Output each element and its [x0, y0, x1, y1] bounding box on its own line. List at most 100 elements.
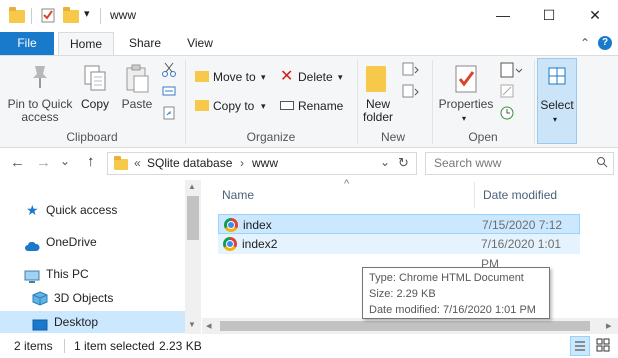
- breadcrumb-item-www[interactable]: www: [252, 156, 278, 170]
- breadcrumb-separator[interactable]: ›: [240, 156, 244, 170]
- file-tooltip: Type: Chrome HTML Document Size: 2.29 KB…: [362, 267, 550, 319]
- column-header-name[interactable]: Name: [222, 180, 472, 210]
- table-row[interactable]: index 7/15/2020 7:12 PM: [218, 214, 580, 252]
- new-folder-label: New folder: [362, 97, 394, 124]
- properties-qat-icon[interactable]: [40, 7, 56, 23]
- sidebar-item-quick-access[interactable]: ★ Quick access: [0, 199, 185, 221]
- pin-to-quick-access-button[interactable]: Pin to Quick access: [4, 60, 76, 126]
- navigation-pane: ★ Quick access OneDrive This PC 3D Objec…: [0, 180, 201, 334]
- sidebar-item-this-pc[interactable]: This PC: [0, 263, 185, 285]
- nav-scrollbar[interactable]: ▲ ▼: [185, 180, 201, 334]
- folder-icon: [114, 156, 128, 170]
- properties-button[interactable]: Properties ▾: [438, 60, 494, 126]
- navigation-bar: ← → ⌄ ↑ « SQlite database › www ⌄ ↻ Sear…: [0, 148, 618, 180]
- divider: [100, 8, 101, 24]
- ribbon-collapse-icon[interactable]: ⌃: [580, 36, 590, 50]
- delete-icon: ✕: [280, 68, 294, 85]
- rename-button[interactable]: Rename: [278, 96, 348, 116]
- large-icons-view-button[interactable]: [594, 336, 614, 356]
- breadcrumb-item-sqlite-database[interactable]: SQlite database: [147, 156, 232, 170]
- copy-button[interactable]: Copy: [78, 60, 112, 126]
- delete-button[interactable]: ✕ Delete ▾: [278, 67, 348, 87]
- copy-path-icon[interactable]: [162, 84, 176, 101]
- tooltip-type: Type: Chrome HTML Document: [369, 272, 524, 284]
- explorer-window: ▾ www — ☐ ✕ File Home Share View ⌃ ? Pin…: [0, 0, 618, 358]
- chrome-icon: [223, 237, 237, 251]
- scrollbar-thumb[interactable]: [220, 321, 590, 331]
- sidebar-item-label: OneDrive: [46, 235, 97, 249]
- select-button[interactable]: Select ▾: [537, 58, 577, 144]
- sidebar-item-onedrive[interactable]: OneDrive: [0, 231, 185, 253]
- sidebar-item-3d-objects[interactable]: 3D Objects: [0, 287, 185, 309]
- tab-share[interactable]: Share: [120, 32, 170, 55]
- pin-icon: [29, 64, 51, 93]
- new-folder-icon: [366, 66, 386, 92]
- copy-label: Copy: [80, 97, 109, 111]
- select-icon: [548, 67, 566, 88]
- search-icon: [596, 156, 608, 171]
- organize-group-label: Organize: [246, 130, 296, 144]
- up-button[interactable]: ↑: [87, 153, 95, 170]
- sidebar-item-label: This PC: [46, 267, 89, 281]
- scroll-right-icon[interactable]: ▸: [606, 319, 612, 332]
- recent-locations-button[interactable]: ⌄: [60, 154, 70, 168]
- chevron-down-icon: ▾: [261, 101, 266, 111]
- star-icon: ★: [26, 202, 39, 218]
- tooltip-size: Size: 2.29 KB: [369, 288, 436, 300]
- tab-home[interactable]: Home: [58, 32, 114, 56]
- tab-file[interactable]: File: [0, 32, 54, 55]
- scroll-left-icon[interactable]: ◂: [206, 319, 212, 332]
- delete-label: Delete: [298, 70, 333, 84]
- column-header-date-modified[interactable]: Date modified: [483, 180, 613, 210]
- open-group-label: Open: [468, 130, 498, 144]
- new-folder-button[interactable]: New folder: [360, 60, 396, 126]
- search-input[interactable]: Search www: [434, 156, 501, 170]
- divider: [31, 8, 32, 24]
- help-icon[interactable]: ?: [598, 36, 612, 50]
- edit-icon[interactable]: [500, 84, 514, 101]
- cut-icon[interactable]: [162, 62, 176, 81]
- breadcrumb-overflow-button[interactable]: «: [134, 156, 141, 170]
- chevron-down-icon: ▾: [261, 72, 266, 82]
- back-button[interactable]: ←: [10, 154, 25, 171]
- paste-button[interactable]: Paste: [118, 60, 156, 126]
- ribbon: Pin to Quick access Copy Paste Clipboard: [0, 55, 618, 148]
- history-icon[interactable]: [500, 106, 514, 123]
- window-title: www: [110, 8, 136, 22]
- clipboard-group-label: Clipboard: [66, 130, 118, 144]
- cloud-icon: [24, 237, 40, 259]
- table-row[interactable]: index2 7/16/2020 1:01 PM: [218, 234, 580, 271]
- address-bar[interactable]: « SQlite database › www ⌄ ↻: [107, 152, 417, 175]
- scroll-up-icon[interactable]: ▲: [188, 182, 196, 191]
- new-item-icon[interactable]: [402, 62, 420, 79]
- status-item-count: 2 items: [14, 339, 53, 353]
- maximize-button[interactable]: ☐: [526, 0, 572, 32]
- search-box[interactable]: Search www: [425, 152, 614, 175]
- new-group-label: New: [380, 130, 405, 144]
- chevron-down-icon: ▾: [338, 72, 343, 82]
- scroll-down-icon[interactable]: ▼: [188, 320, 196, 329]
- address-dropdown-icon[interactable]: ⌄: [380, 155, 390, 169]
- refresh-icon[interactable]: ↻: [398, 155, 409, 171]
- horizontal-scrollbar[interactable]: ◂ ▸: [202, 318, 618, 334]
- easy-access-icon[interactable]: [402, 84, 420, 101]
- copy-to-button[interactable]: Copy to ▾: [193, 96, 271, 116]
- scrollbar-thumb[interactable]: [187, 196, 199, 240]
- tooltip-date: Date modified: 7/16/2020 1:01 PM: [369, 304, 536, 316]
- sidebar-item-desktop[interactable]: Desktop: [0, 311, 185, 333]
- move-to-button[interactable]: Move to ▾: [193, 67, 271, 87]
- tab-view[interactable]: View: [176, 32, 224, 55]
- open-icon[interactable]: [500, 62, 523, 81]
- copy-to-icon: [195, 100, 209, 111]
- close-button[interactable]: ✕: [572, 0, 618, 32]
- forward-button[interactable]: →: [36, 154, 51, 171]
- details-view-button[interactable]: [570, 336, 590, 356]
- minimize-button[interactable]: —: [480, 0, 526, 32]
- new-folder-qat-icon[interactable]: [62, 7, 79, 23]
- paste-icon: [124, 64, 150, 97]
- qat-dropdown-icon[interactable]: ▾: [84, 7, 90, 20]
- properties-icon: [454, 64, 478, 97]
- paste-shortcut-icon[interactable]: [162, 106, 176, 123]
- chevron-down-icon: ▾: [553, 115, 558, 124]
- status-bar: 2 items 1 item selected 2.23 KB: [0, 334, 618, 358]
